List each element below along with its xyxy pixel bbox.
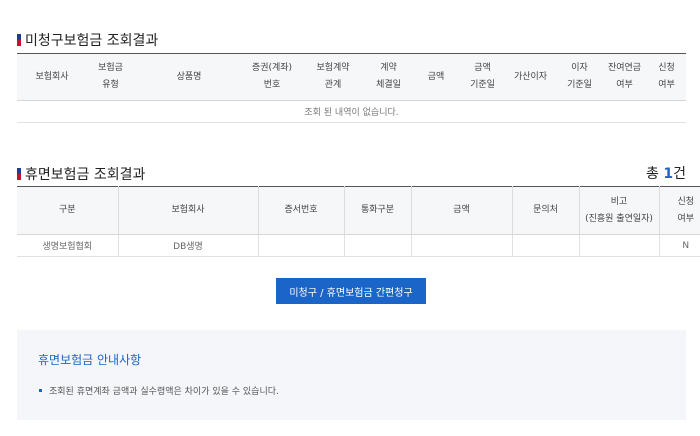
- dormant-header-line: 비고: [610, 196, 628, 207]
- unclaimed-header-line: 유형: [102, 80, 119, 90]
- dormant-header-cell: 금액: [410, 186, 512, 235]
- notice-box: 휴면보험금 안내사항 조회된 휴면계좌 금액과 실수령액은 차이가 있을 수 있…: [17, 330, 686, 420]
- dormant-header-cell: 신청여부: [658, 186, 700, 235]
- unclaimed-header-cell: 증권(계좌) 번호: [244, 53, 300, 101]
- unclaimed-header-line: 보험회사: [35, 71, 69, 82]
- unclaimed-header-cell: 가산이자: [504, 53, 557, 101]
- unclaimed-title-text: 미청구보험금 조회결과: [25, 33, 159, 49]
- unclaimed-header-cell: 보험계약관계: [300, 53, 366, 101]
- simple-claim-button[interactable]: 미청구 / 휴면보험금 간편청구: [276, 278, 426, 304]
- title-mark-icon: [17, 168, 21, 180]
- dormant-header-line: (진흥원 출연일자): [585, 213, 653, 224]
- unclaimed-header-cell: 금액기준일: [461, 53, 504, 101]
- unclaimed-header-line: 금액: [474, 63, 491, 73]
- dormant-header-cell: 보험회사: [117, 186, 258, 235]
- dormant-header-line: 구분: [58, 205, 76, 215]
- table-cell: [257, 234, 344, 257]
- table-cell: [511, 234, 579, 257]
- unclaimed-header-line: 증권(계좌): [251, 63, 293, 73]
- unclaimed-header-cell: 잔여연금여부: [602, 53, 647, 101]
- unclaimed-header-cell: 상품명: [134, 53, 244, 101]
- unclaimed-header-line: 번호: [263, 80, 281, 90]
- unclaimed-header-line: 체결일: [376, 80, 401, 90]
- unclaimed-header-line: 여부: [658, 80, 675, 90]
- unclaimed-header-line: 상품명: [176, 71, 202, 82]
- unclaimed-header-cell: 보험회사: [17, 53, 87, 101]
- unclaimed-header-line: 이자: [571, 63, 588, 73]
- dormant-header-cell: 구분: [17, 186, 118, 235]
- total-unit: 건: [673, 166, 686, 182]
- dormant-header-cell: 증서번호: [257, 186, 344, 235]
- table-cell: N: [658, 234, 700, 257]
- unclaimed-header-line: 여부: [616, 80, 633, 90]
- empty-message: 조회 된 내역이 없습니다.: [17, 100, 686, 123]
- total-count-value: 1: [663, 166, 674, 182]
- unclaimed-header-line: 신청: [658, 63, 675, 73]
- unclaimed-section-title: 미청구보험금 조회결과: [17, 30, 158, 50]
- unclaimed-header-line: 가산이자: [513, 71, 548, 82]
- dormant-header-row: 구분 보험회사 증서번호 통화구분 금액 문의처 비고 (진흥원 출연일자) 신청여부: [17, 186, 700, 235]
- unclaimed-header-cell: 이자기준일: [557, 53, 602, 101]
- dormant-header-line: 증서번호: [284, 205, 318, 215]
- unclaimed-header-line: 보험계약: [316, 63, 350, 73]
- dormant-header-line: 문의처: [533, 205, 558, 215]
- dormant-results-table: 구분 보험회사 증서번호 통화구분 금액 문의처 비고 (진흥원 출연일자) 신청여부 생명보험…: [17, 186, 700, 257]
- dormant-header-line: 보험회사: [171, 205, 205, 215]
- unclaimed-results-table: 보험회사 보험금 유형 상품명 증권(계좌) 번호 보험계약 관계 계약 체결일 금액 금액 기준일 가산…: [17, 53, 686, 123]
- table-row: 생명보험협회 DB생명 N: [17, 234, 700, 257]
- total-label: 총: [646, 166, 659, 182]
- unclaimed-header-line: 관계: [324, 80, 342, 90]
- unclaimed-header-row: 보험회사 보험금 유형 상품명 증권(계좌) 번호 보험계약 관계 계약 체결일 금액 금액 기준일 가산…: [17, 53, 686, 101]
- unclaimed-header-line: 보험금: [98, 63, 123, 73]
- notice-title: 휴면보험금 안내사항: [38, 353, 142, 367]
- unclaimed-header-line: 기준일: [567, 80, 592, 90]
- table-cell: [410, 234, 512, 257]
- table-cell: 생명보험협회: [17, 234, 118, 257]
- dormant-header-line: 금액: [453, 205, 470, 215]
- unclaimed-header-cell: 금액: [411, 53, 461, 101]
- bullet-icon: [39, 389, 42, 392]
- dormant-section-title: 휴면보험금 조회결과: [17, 164, 145, 184]
- unclaimed-header-cell: 보험금유형: [87, 53, 134, 101]
- dormant-header-cell: 통화구분: [343, 186, 411, 235]
- notice-item-text: 조회된 휴면계좌 금액과 실수령액은 차이가 있을 수 있습니다.: [49, 387, 279, 397]
- unclaimed-header-line: 금액: [427, 71, 445, 82]
- unclaimed-header-line: 기준일: [470, 80, 495, 90]
- table-cell: [343, 234, 411, 257]
- dormant-header-cell: 문의처: [511, 186, 579, 235]
- empty-row: 조회 된 내역이 없습니다.: [17, 100, 686, 123]
- table-cell: DB생명: [117, 234, 258, 257]
- unclaimed-header-line: 계약: [380, 63, 397, 73]
- dormant-header-line: 통화구분: [360, 205, 395, 215]
- unclaimed-header-cell: 신청여부: [647, 53, 686, 101]
- unclaimed-header-cell: 계약체결일: [366, 53, 411, 101]
- dormant-header-line: 신청: [677, 196, 695, 207]
- table-cell: [578, 234, 659, 257]
- dormant-header-line: 여부: [677, 213, 695, 224]
- unclaimed-header-line: 잔여연금: [607, 63, 642, 73]
- title-mark-icon: [17, 34, 21, 46]
- dormant-title-text: 휴면보험금 조회결과: [25, 167, 146, 183]
- notice-item: 조회된 휴면계좌 금액과 실수령액은 차이가 있을 수 있습니다.: [39, 384, 279, 397]
- dormant-header-cell: 비고 (진흥원 출연일자): [578, 186, 659, 235]
- total-count: 총 1건: [646, 163, 686, 183]
